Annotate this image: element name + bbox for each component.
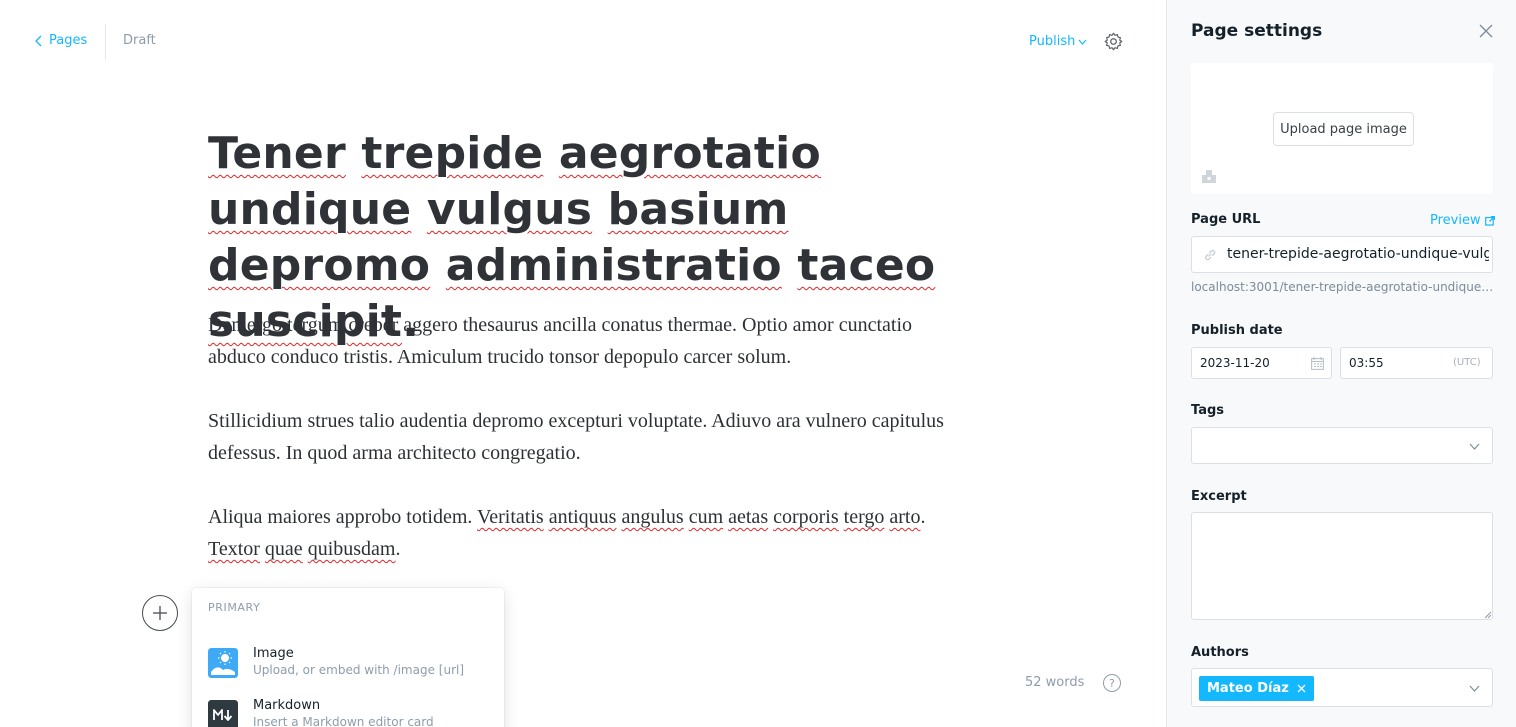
card-item-description: Insert a Markdown editor card xyxy=(253,715,434,727)
paragraph-word: aetas xyxy=(728,506,769,528)
editor-area: Pages Draft Publish Tener trepide aegrot… xyxy=(0,0,1166,727)
external-link-icon xyxy=(1484,215,1495,226)
card-menu-section-label: PRIMARY xyxy=(208,601,261,614)
help-button[interactable]: ? xyxy=(1103,674,1121,692)
post-paragraph[interactable]: Aliqua maiores approbo totidem. Veritati… xyxy=(208,501,948,565)
post-status: Draft xyxy=(123,33,156,48)
paragraph-word: . xyxy=(395,538,401,560)
card-menu-item-image[interactable]: Image Upload, or embed with /image [url] xyxy=(192,640,504,690)
preview-label: Preview xyxy=(1430,213,1481,228)
timezone-label: (UTC) xyxy=(1453,357,1481,368)
add-card-button[interactable] xyxy=(142,595,178,631)
upload-page-image-button[interactable]: Upload page image xyxy=(1273,112,1414,146)
editor-topbar: Pages Draft Publish xyxy=(0,0,1166,84)
title-word: trepide xyxy=(361,128,544,179)
word-count: 52 words xyxy=(1025,675,1085,690)
author-name: Mateo Díaz xyxy=(1207,681,1289,696)
title-word: administratio xyxy=(445,240,782,291)
panel-title: Page settings xyxy=(1191,21,1323,41)
chevron-left-icon xyxy=(35,35,42,46)
resize-handle-icon[interactable] xyxy=(1484,611,1492,619)
publish-time-input[interactable]: 03:55 xyxy=(1349,356,1384,370)
publish-label: Publish xyxy=(1029,34,1076,49)
publish-menu-button[interactable]: Publish xyxy=(1029,34,1087,49)
paragraph-word: . xyxy=(920,506,926,528)
title-word: vulgus xyxy=(426,184,593,235)
page-image-dropzone[interactable]: Upload page image xyxy=(1191,63,1493,194)
title-word: depromo xyxy=(208,240,431,291)
preview-link[interactable]: Preview xyxy=(1430,213,1495,228)
card-item-name: Image xyxy=(253,646,294,661)
excerpt-textarea[interactable] xyxy=(1191,512,1493,620)
tags-label: Tags xyxy=(1191,403,1225,418)
publish-time-field[interactable]: 03:55 (UTC) xyxy=(1340,347,1493,379)
help-icon: ? xyxy=(1109,676,1115,690)
excerpt-label: Excerpt xyxy=(1191,489,1247,504)
authors-label: Authors xyxy=(1191,645,1249,660)
remove-author-icon[interactable] xyxy=(1297,684,1306,693)
title-word: Tener xyxy=(208,128,346,179)
chevron-down-icon xyxy=(1469,443,1480,450)
paragraph-word: Veritatis xyxy=(477,506,544,528)
chevron-down-icon xyxy=(1078,39,1087,45)
plus-icon xyxy=(153,606,167,620)
author-token: Mateo Díaz xyxy=(1199,676,1314,701)
post-paragraph[interactable]: Stillicidium strues talio audentia depro… xyxy=(208,405,948,469)
card-item-name: Markdown xyxy=(253,698,321,713)
authors-select[interactable]: Mateo Díaz xyxy=(1191,668,1493,707)
page-url-input[interactable]: tener-trepide-aegrotatio-undique-vulgus-… xyxy=(1227,246,1489,262)
paragraph-word: quae xyxy=(264,538,303,560)
card-menu-item-markdown[interactable]: Markdown Insert a Markdown editor card xyxy=(192,692,504,727)
post-paragraph[interactable]: Demergo tergum creber aggero thesaurus a… xyxy=(208,309,948,373)
paragraph-word: tergo xyxy=(843,506,885,528)
paragraph-word: corporis xyxy=(773,506,839,528)
page-url-label: Page URL xyxy=(1191,212,1261,227)
image-placeholder-icon xyxy=(1202,170,1216,183)
page-url-field[interactable]: tener-trepide-aegrotatio-undique-vulgus-… xyxy=(1191,236,1493,273)
calendar-icon[interactable] xyxy=(1311,357,1324,370)
link-icon xyxy=(1205,250,1216,261)
title-word: taceo xyxy=(797,240,936,291)
tags-select[interactable] xyxy=(1191,427,1493,464)
paragraph-word: antiquus xyxy=(548,506,617,528)
close-icon[interactable] xyxy=(1479,24,1493,38)
settings-gear-icon[interactable] xyxy=(1103,31,1124,52)
title-word: basium xyxy=(607,184,789,235)
full-url-hint: localhost:3001/tener-trepide-aegrotatio-… xyxy=(1191,280,1495,294)
publish-date-input[interactable]: 2023-11-20 xyxy=(1200,356,1270,370)
image-card-icon xyxy=(208,648,238,678)
paragraph-word: angulus xyxy=(621,506,684,528)
title-word: aegrotatio xyxy=(558,128,821,179)
paragraph-word: Textor xyxy=(208,538,260,560)
publish-date-field[interactable]: 2023-11-20 xyxy=(1191,347,1332,379)
back-label: Pages xyxy=(49,33,88,48)
chevron-down-icon xyxy=(1469,685,1480,692)
card-item-description: Upload, or embed with /image [url] xyxy=(253,663,465,677)
paragraph-word: arto xyxy=(889,506,921,528)
paragraph-word: quibusdam xyxy=(307,538,396,560)
back-to-pages-link[interactable]: Pages xyxy=(34,33,87,48)
page-settings-panel: Page settings Upload page image Page URL… xyxy=(1166,0,1516,727)
title-word: undique xyxy=(208,184,412,235)
paragraph-word: cum xyxy=(688,506,724,528)
breadcrumb-divider xyxy=(105,24,106,60)
markdown-card-icon xyxy=(208,700,238,727)
publish-date-label: Publish date xyxy=(1191,323,1283,338)
